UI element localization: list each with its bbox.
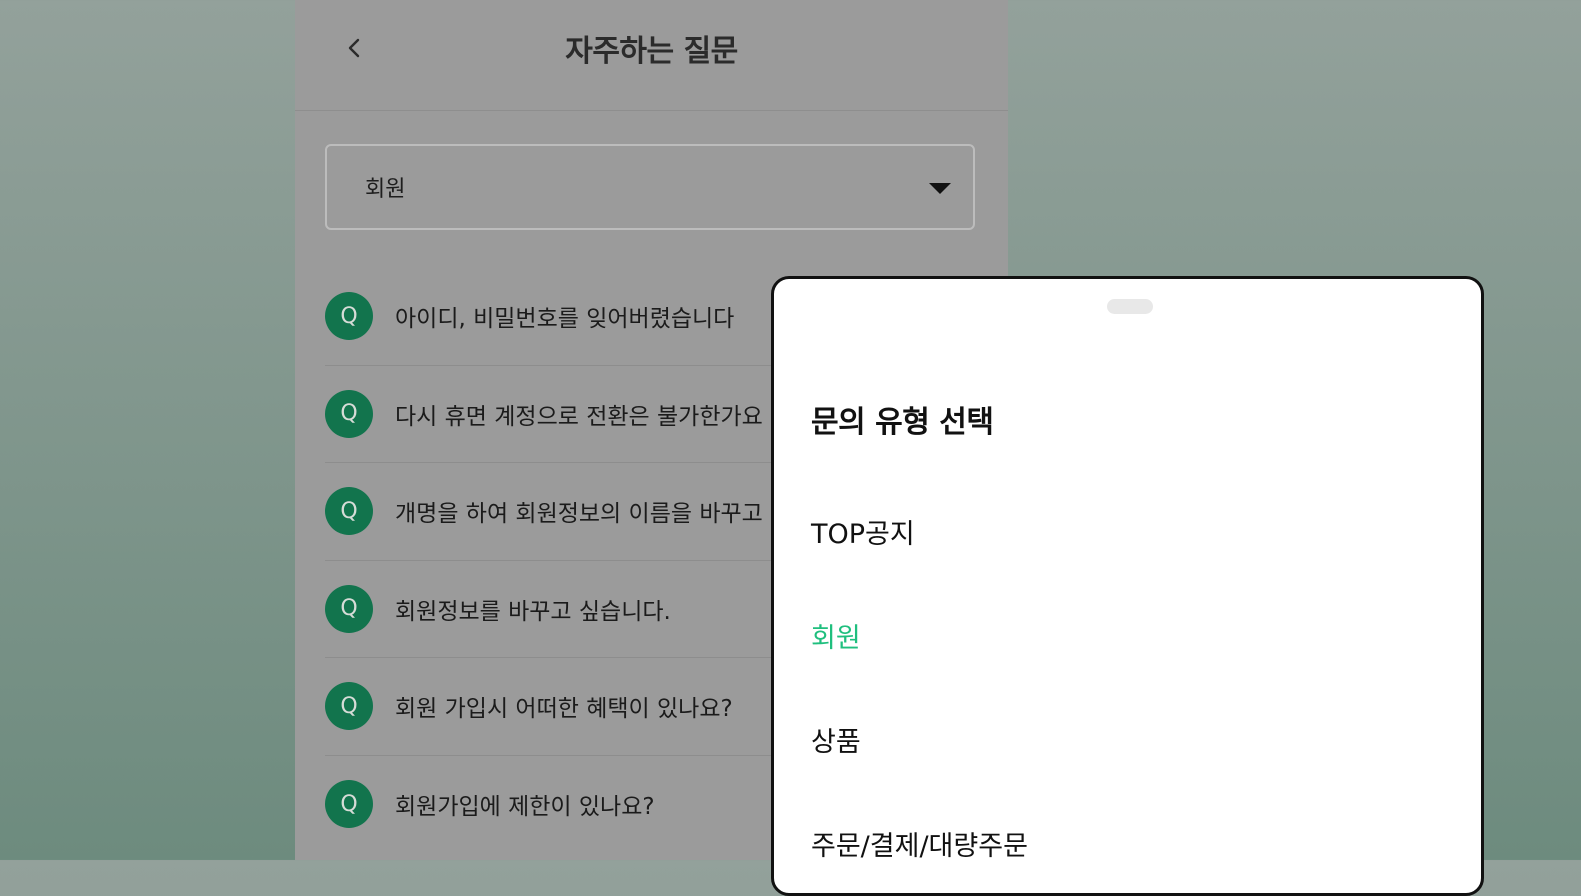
option-member[interactable]: 회원 [811, 583, 1028, 687]
question-badge: Q [325, 487, 373, 536]
question-badge: Q [325, 584, 373, 633]
option-top-notice[interactable]: TOP공지 [811, 479, 1028, 583]
inquiry-type-sheet: 문의 유형 선택 TOP공지 회원 상품 주문/결제/대량주문 [771, 276, 1484, 896]
faq-question: 개명을 하여 회원정보의 이름을 바꾸고 [395, 501, 763, 528]
page-header: 자주하는 질문 [295, 0, 1008, 111]
page-title: 자주하는 질문 [565, 34, 738, 69]
question-badge: Q [325, 780, 373, 829]
faq-question: 회원정보를 바꾸고 싶습니다. [395, 598, 671, 625]
question-badge: Q [325, 389, 373, 438]
sheet-title: 문의 유형 선택 [811, 405, 994, 440]
category-select[interactable]: 회원 [325, 144, 975, 230]
option-order-payment[interactable]: 주문/결제/대량주문 [811, 791, 1028, 895]
category-select-value: 회원 [365, 177, 406, 202]
caret-down-icon [929, 183, 951, 194]
sheet-options: TOP공지 회원 상품 주문/결제/대량주문 [811, 479, 1028, 895]
sheet-drag-handle[interactable] [1107, 299, 1153, 314]
faq-question: 아이디, 비밀번호를 잊어버렸습니다 [395, 306, 735, 333]
question-badge: Q [325, 292, 373, 341]
option-product[interactable]: 상품 [811, 687, 1028, 791]
question-badge: Q [325, 682, 373, 731]
faq-question: 다시 휴면 계정으로 전환은 불가한가요 [395, 403, 763, 430]
faq-question: 회원가입에 제한이 있나요? [395, 794, 655, 821]
faq-question: 회원 가입시 어떠한 혜택이 있나요? [395, 696, 733, 723]
